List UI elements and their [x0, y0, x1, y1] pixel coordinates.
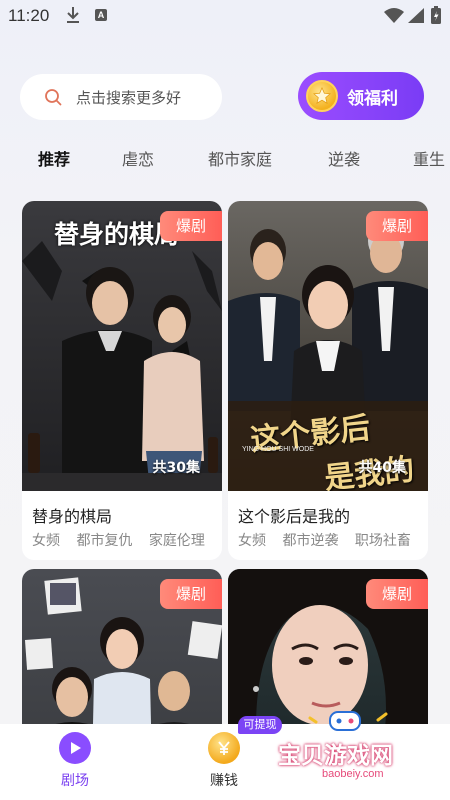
tag: 女频 [32, 533, 60, 549]
tab-recommended[interactable]: 推荐 [38, 146, 70, 170]
watermark-url: baobeiy.com [322, 768, 384, 780]
tag: 家庭伦理 [148, 533, 205, 549]
hot-badge: 爆剧 [160, 579, 222, 609]
card-title: 这个影后是我的 [238, 507, 351, 526]
coin-star-icon [306, 80, 338, 112]
tag: 女频 [238, 533, 266, 549]
drama-card[interactable]: 这个影后 是我的 YING HOU SHI WODE 爆剧 共40集 这个影后是… [228, 201, 428, 560]
card-title: 替身的棋局 [32, 507, 113, 526]
drama-poster: 替身的棋局 爆剧 共30集 [22, 201, 222, 491]
search-icon [45, 89, 62, 106]
card-tags: 女频 都市复仇 家庭伦理 [32, 530, 217, 550]
download-icon [67, 7, 79, 23]
status-bar: 11:20 A [0, 0, 450, 32]
welfare-label: 领福利 [347, 88, 398, 109]
yuan-coin-icon [208, 732, 240, 764]
a-notification-icon: A [95, 9, 107, 21]
tag: 都市逆袭 [282, 533, 339, 549]
tag: 职场社畜 [354, 533, 411, 549]
episode-count: 共40集 [358, 460, 406, 476]
watermark-text: 宝贝游戏网 [278, 743, 393, 769]
tab-rebirth[interactable]: 重生 [413, 146, 445, 170]
signal-icon [408, 8, 424, 23]
welfare-button[interactable]: 领福利 [298, 72, 424, 120]
poster-subtitle: YING HOU SHI WODE [242, 446, 314, 453]
nav-label: 剧场 [61, 773, 89, 789]
search-input[interactable]: 点击搜索更多好 [20, 74, 222, 120]
play-icon [59, 732, 91, 764]
episode-count: 共30集 [152, 460, 200, 476]
battery-icon [431, 6, 441, 24]
drama-poster: 这个影后 是我的 YING HOU SHI WODE 爆剧 共40集 [228, 201, 428, 491]
drama-card[interactable]: 替身的棋局 爆剧 共30集 替身的棋局 女频 都市复仇 家庭伦理 [22, 201, 222, 560]
hot-badge: 爆剧 [366, 211, 428, 241]
hot-badge: 爆剧 [366, 579, 428, 609]
tag: 都市复仇 [76, 533, 133, 549]
card-tags: 女频 都市逆袭 职场社畜 [238, 530, 423, 550]
nav-label: 赚钱 [210, 773, 238, 789]
search-placeholder: 点击搜索更多好 [76, 88, 182, 107]
tab-tragic-romance[interactable]: 虐恋 [122, 146, 154, 170]
wifi-icon [384, 8, 404, 23]
category-tabs: 推荐 虐恋 都市家庭 逆袭 重生 [0, 140, 450, 174]
watermark: 宝贝游戏网 baobeiy.com [270, 700, 430, 790]
nav-earn[interactable]: 赚钱 [194, 732, 254, 790]
nav-theater[interactable]: 剧场 [45, 732, 105, 790]
hot-badge: 爆剧 [160, 211, 222, 241]
tab-urban-family[interactable]: 都市家庭 [208, 146, 272, 170]
tab-comeback[interactable]: 逆袭 [328, 146, 360, 170]
status-time: 11:20 [8, 6, 50, 25]
